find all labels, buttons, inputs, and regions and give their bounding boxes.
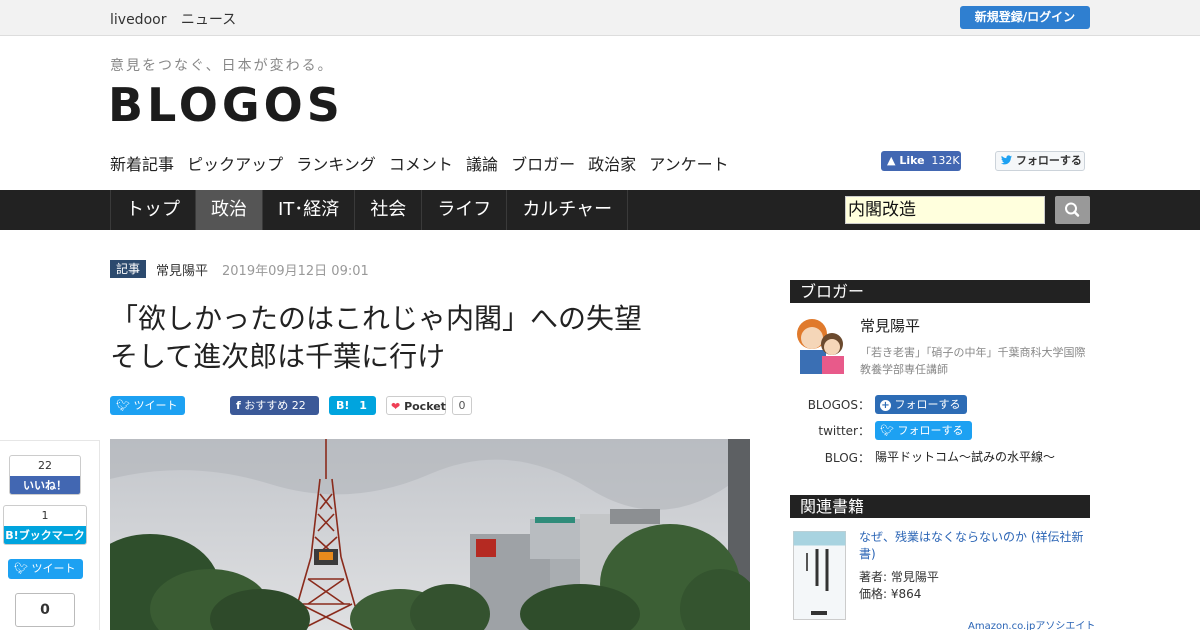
article-title-line-1: 「欲しかったのはこれじゃ内閣」への失望 — [110, 302, 643, 335]
facebook-recommend-button[interactable]: f おすすめ 22 — [230, 396, 319, 415]
article-photo — [110, 439, 750, 630]
blog-label: BLOG： — [824, 451, 870, 465]
subnav-survey[interactable]: アンケート — [649, 155, 728, 174]
subnav-politicians[interactable]: 政治家 — [588, 155, 636, 174]
subnav-comments[interactable]: コメント — [389, 155, 453, 174]
floating-like-count: 22 — [38, 459, 52, 472]
floating-tweet-label: ツイート — [31, 562, 76, 575]
article-author[interactable]: 常見陽平 — [156, 260, 208, 279]
category-badge[interactable]: 記事 — [110, 260, 147, 278]
blogos-follow-text: フォローする — [894, 398, 961, 411]
blogger-heading: ブロガー — [790, 280, 1090, 303]
floating-like-label: いいね！ — [10, 476, 80, 494]
top-bar: livedoor ニュース 新規登録/ログイン — [0, 0, 1200, 36]
twitter-bird-icon: 🐦︎ — [14, 562, 28, 575]
subnav-ranking[interactable]: ランキング — [296, 155, 376, 174]
news-label: ニュース — [180, 12, 237, 28]
plus-icon: + — [880, 400, 891, 411]
floating-hatena-count: 1 — [41, 509, 49, 522]
hatena-count: 1 — [359, 399, 367, 412]
twitter-follow-label: twitter： — [818, 424, 870, 438]
floating-tweet-button[interactable]: 🐦︎ ツイート — [8, 559, 83, 579]
sub-navigation: 新着記事 ピックアップ ランキング コメント 議論 ブロガー 政治家 アンケート — [110, 151, 737, 175]
blogos-logo[interactable]: BLOGOS — [108, 78, 344, 132]
article-title: 「欲しかったのはこれじゃ内閣」への失望 そして進次郎は千葉に行け — [110, 300, 750, 376]
blogos-follow-label: BLOGOS： — [807, 398, 870, 412]
login-button[interactable]: 新規登録/ログイン — [960, 6, 1090, 29]
floating-hatena-button[interactable]: 1 B!ブックマーク — [3, 505, 87, 545]
book-title-link[interactable]: なぜ、残業はなくならないのか (祥伝社新書) — [859, 529, 1089, 563]
floating-hatena-label: B!ブックマーク — [4, 526, 86, 544]
related-books-heading: 関連書籍 — [790, 495, 1090, 518]
article-date: 2019年09月12日 09:01 — [222, 264, 369, 279]
blogger-description: 「若き老害」「硝子の中年」千葉商科大学国際教養学部専任講師 — [860, 346, 1086, 376]
twitter-bird-icon — [1001, 155, 1012, 165]
subnav-new-articles[interactable]: 新着記事 — [110, 155, 174, 174]
twitter-follow-button[interactable]: フォローする — [995, 151, 1085, 171]
search-button[interactable] — [1055, 196, 1090, 224]
book-cover[interactable] — [793, 531, 846, 620]
twitter-bird-icon: 🐦︎ — [116, 399, 130, 412]
search-icon — [1065, 202, 1080, 217]
tagline: 意見をつなぐ、日本が変わる。 — [110, 58, 334, 74]
sidebar-twitter-follow-button[interactable]: 🐦︎ フォローする — [875, 421, 972, 440]
tweet-label: ツイート — [133, 399, 178, 412]
fb-like-label: Like — [899, 154, 925, 167]
livedoor-brand[interactable]: livedoor ニュース — [110, 9, 246, 29]
fb-recommend-count: 22 — [291, 399, 306, 412]
blogger-name[interactable]: 常見陽平 — [860, 315, 920, 336]
blogger-avatar[interactable] — [792, 314, 850, 374]
article-title-line-2: そして進次郎は千葉に行け — [110, 340, 446, 373]
book-price: 価格: ¥864 — [859, 587, 922, 601]
subnav-discussion[interactable]: 議論 — [466, 155, 498, 174]
hatena-label: B! — [336, 399, 350, 412]
tab-it-economy[interactable]: IT･経済 — [263, 190, 356, 230]
amazon-associate-link[interactable]: Amazon.co.jpアソシエイト — [968, 617, 1095, 630]
pocket-label: Pocket — [404, 400, 446, 413]
sidebar-twitter-follow-text: フォローする — [897, 424, 964, 437]
pocket-icon: ❤ — [391, 400, 401, 413]
floating-like-button[interactable]: 22 いいね！ — [9, 455, 81, 495]
facebook-like-button[interactable]: ▲ Like 132K — [881, 151, 961, 171]
tab-culture[interactable]: カルチャー — [507, 190, 629, 230]
subnav-pickup[interactable]: ピックアップ — [187, 155, 283, 174]
fb-like-count: 132K — [931, 154, 960, 167]
floating-pocket-count[interactable]: 0 — [15, 593, 75, 627]
blogos-follow-button[interactable]: + フォローする — [875, 395, 967, 414]
pocket-count: 0 — [452, 396, 472, 415]
tab-politics[interactable]: 政治 — [196, 190, 263, 230]
fb-recommend-label: おすすめ — [244, 399, 289, 412]
search-input[interactable]: 内閣改造 — [845, 196, 1045, 224]
tweet-button[interactable]: 🐦︎ ツイート — [110, 396, 185, 415]
blog-link[interactable]: 陽平ドットコム～試みの水平線～ — [875, 448, 1055, 465]
facebook-icon: f — [236, 399, 241, 412]
pocket-button[interactable]: ❤ Pocket — [386, 396, 446, 415]
twitter-follow-label: フォローする — [1015, 154, 1082, 167]
book-author: 著者: 常見陽平 — [859, 570, 939, 584]
tab-society[interactable]: 社会 — [355, 190, 423, 230]
thumbs-up-icon: ▲ — [887, 154, 896, 167]
tab-top[interactable]: トップ — [111, 190, 196, 230]
livedoor-label: livedoor — [110, 12, 167, 28]
subnav-bloggers[interactable]: ブロガー — [511, 155, 575, 174]
hatena-bookmark-button[interactable]: B! 1 — [329, 396, 376, 415]
twitter-bird-icon: 🐦︎ — [880, 424, 894, 437]
tab-life[interactable]: ライフ — [422, 190, 508, 230]
